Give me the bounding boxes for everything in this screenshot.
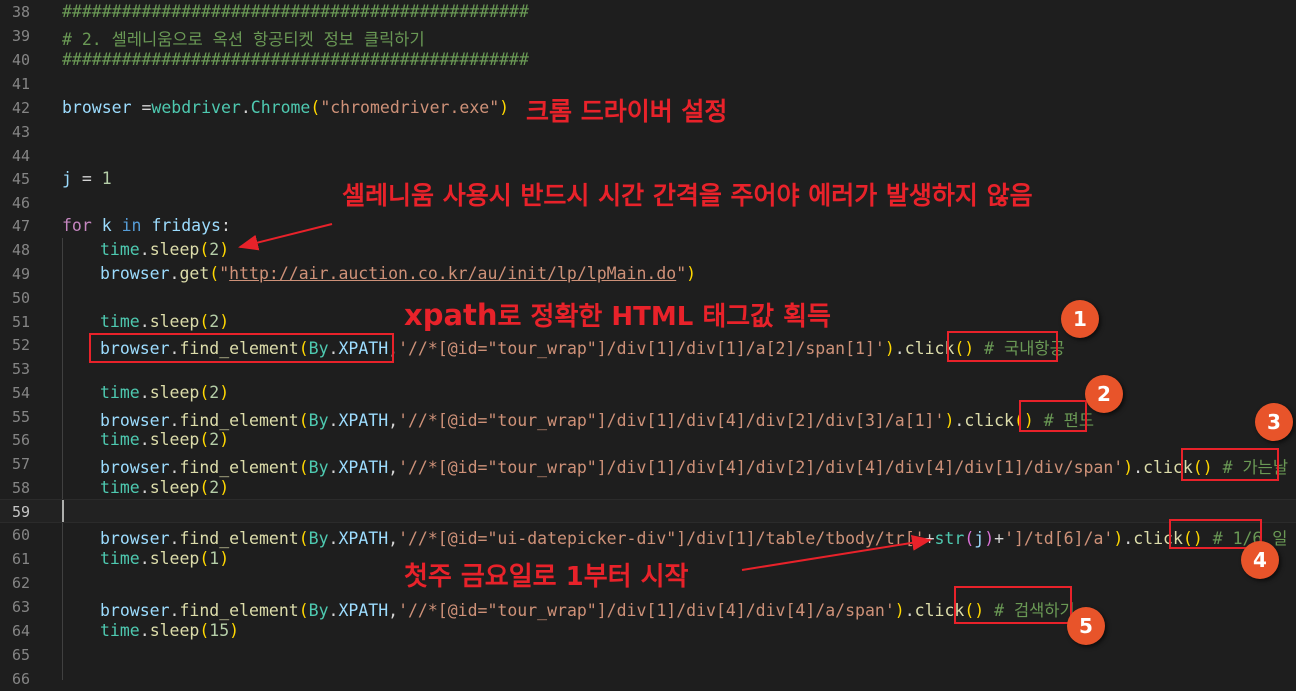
arrow-to-str-j [741, 534, 932, 571]
annotation-arrows [238, 223, 932, 571]
arrow-to-sleep [238, 223, 333, 251]
